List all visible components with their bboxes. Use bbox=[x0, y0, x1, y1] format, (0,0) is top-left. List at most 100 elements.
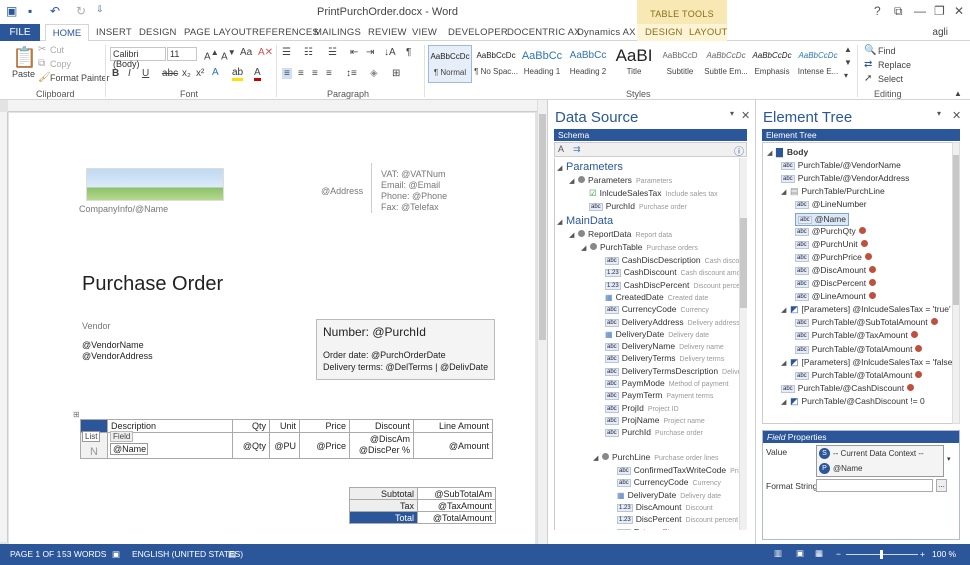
style-subtle-emphasis[interactable]: AaBbCcDc Subtle Em... bbox=[704, 45, 748, 83]
align-right-icon[interactable]: ≡ bbox=[312, 68, 318, 79]
collapse-arrow-icon[interactable]: ◢ bbox=[557, 164, 566, 172]
element-tree-node[interactable]: abc PurchTable/@TaxAmount bbox=[795, 330, 918, 343]
collapse-arrow-icon[interactable]: ◢ bbox=[593, 454, 602, 462]
main-data-node[interactable]: ◢ MainData bbox=[557, 215, 613, 228]
undo-icon[interactable]: ↶ bbox=[50, 4, 60, 18]
element-tree-node[interactable]: ◢ ◩ [Parameters] @InlcudeSalesTax = 'true' bbox=[781, 304, 951, 317]
web-layout-icon[interactable]: ▦ bbox=[815, 548, 823, 559]
cut-icon[interactable]: ✂ bbox=[38, 44, 46, 55]
element-tree-node[interactable]: abc @PurchPrice bbox=[795, 252, 872, 265]
save-icon[interactable]: ▪ bbox=[28, 4, 32, 18]
borders-icon[interactable]: ⊞ bbox=[392, 68, 400, 79]
element-tree-node[interactable]: abc @PurchUnit bbox=[795, 239, 868, 252]
tab-mailings[interactable]: MAILINGS bbox=[314, 27, 361, 38]
price-cell[interactable]: @Price bbox=[299, 432, 350, 459]
format-string-input[interactable] bbox=[816, 479, 933, 492]
amount-cell[interactable]: @Amount bbox=[413, 432, 493, 459]
tab-developer[interactable]: DEVELOPER bbox=[448, 27, 508, 38]
close-button[interactable]: ✕ bbox=[954, 4, 964, 18]
unit-cell[interactable]: @PU bbox=[269, 432, 300, 459]
multilevel-list-icon[interactable]: ☱ bbox=[328, 47, 337, 58]
text-effects-icon[interactable]: A bbox=[212, 67, 219, 78]
macro-icon[interactable]: ▤ bbox=[228, 549, 236, 560]
replace-icon[interactable]: ⇄ bbox=[864, 59, 872, 70]
collapse-arrow-icon[interactable]: ◢ bbox=[781, 398, 790, 406]
element-tree-node[interactable]: ◢ ◩ [Parameters] @InlcudeSalesTax = 'false… bbox=[781, 357, 952, 370]
shrink-font-icon[interactable]: A▼ bbox=[221, 47, 236, 62]
tree-node[interactable]: ◢ ReportData Report data bbox=[569, 229, 672, 242]
collapse-ribbon-icon[interactable]: ▲ bbox=[954, 89, 962, 98]
element-tree-node[interactable]: abc @DiscPercent bbox=[795, 278, 877, 291]
zoom-out-icon[interactable]: − bbox=[836, 549, 841, 559]
field-tag[interactable]: Field bbox=[110, 431, 134, 442]
replace-button[interactable]: Replace bbox=[878, 60, 911, 70]
superscript-icon[interactable]: x² bbox=[196, 68, 204, 79]
tab-view[interactable]: VIEW bbox=[412, 27, 437, 38]
style-normal[interactable]: AaBbCcDc ¶ Normal bbox=[428, 45, 472, 83]
collapse-arrow-icon[interactable]: ◢ bbox=[569, 177, 578, 185]
element-tree-node[interactable]: ◢ ▤ PurchTable/PurchLine bbox=[781, 186, 885, 199]
tree-node[interactable]: ◢ PurchLine Purchase order lines bbox=[593, 452, 718, 465]
tab-file[interactable]: FILE bbox=[0, 24, 40, 41]
clear-format-icon[interactable]: A✕ bbox=[258, 47, 273, 58]
restore-button[interactable]: ❐ bbox=[934, 4, 945, 18]
proofing-icon[interactable]: ▣ bbox=[112, 549, 120, 560]
style-heading-1[interactable]: AaBbCc Heading 1 bbox=[520, 45, 564, 83]
bold-button[interactable]: B bbox=[112, 68, 119, 79]
element-tree-node[interactable]: abc PurchTable/@VendorAddress bbox=[781, 173, 909, 186]
element-tree-scrollbar[interactable] bbox=[952, 142, 960, 424]
list-tag[interactable]: List bbox=[82, 431, 101, 442]
increase-indent-icon[interactable]: ⇥ bbox=[366, 47, 374, 58]
style-no-spacing[interactable]: AaBbCcDc ¶ No Spac... bbox=[474, 45, 518, 83]
document-scroll-thumb[interactable] bbox=[539, 114, 546, 340]
paste-icon[interactable]: 📋 bbox=[12, 45, 37, 70]
tree-node[interactable]: abcDeliveryTermsDescriptionDelivery term bbox=[605, 366, 739, 379]
tree-node[interactable]: abc PurchId Purchase order bbox=[589, 201, 687, 214]
justify-icon[interactable]: ≡ bbox=[326, 68, 332, 79]
highlight-icon[interactable]: ab bbox=[232, 67, 244, 81]
align-left-icon[interactable]: ≡ bbox=[282, 68, 292, 79]
tree-node[interactable]: abcCashDiscDescriptionCash discount bbox=[605, 255, 739, 268]
style-title[interactable]: AaBI Title bbox=[612, 45, 656, 83]
element-tree-node[interactable]: abc PurchTable/@TotalAmount bbox=[795, 344, 923, 357]
styles-scroll-down-icon[interactable]: ▼ bbox=[844, 58, 852, 67]
format-painter-icon[interactable]: 🖌 bbox=[38, 72, 51, 83]
font-color-icon[interactable]: A bbox=[254, 67, 261, 81]
element-tree-node[interactable]: abc PurchTable/@VendorName bbox=[781, 160, 901, 173]
find-button[interactable]: Find bbox=[878, 46, 896, 56]
tab-table-layout[interactable]: LAYOUT bbox=[689, 27, 728, 38]
element-tree-node[interactable]: abc PurchTable/@TotalAmount bbox=[795, 370, 923, 383]
find-icon[interactable]: 🔍 bbox=[864, 45, 876, 56]
styles-scroll-up-icon[interactable]: ▲ bbox=[844, 45, 852, 54]
font-name-box[interactable]: Calibri (Body) bbox=[110, 47, 166, 69]
collapse-arrow-icon[interactable]: ◢ bbox=[781, 188, 790, 196]
tree-node[interactable]: abc PaymMode Method of payment bbox=[605, 378, 729, 391]
tree-node[interactable]: abc DeliveryTerms Delivery terms bbox=[605, 353, 724, 366]
collapse-arrow-icon[interactable]: ◢ bbox=[767, 149, 776, 157]
zoom-level[interactable]: 100 % bbox=[932, 549, 956, 559]
sort-alpha-icon[interactable]: A bbox=[558, 144, 564, 154]
format-painter-button[interactable]: Format Painter bbox=[50, 73, 110, 83]
line-spacing-icon[interactable]: ↕≡ bbox=[346, 68, 357, 79]
info-icon[interactable]: ⓘ bbox=[734, 143, 744, 158]
numbering-icon[interactable]: ☷ bbox=[304, 47, 313, 58]
strikethrough-icon[interactable]: abc bbox=[162, 68, 178, 79]
element-tree-node[interactable]: abc @Name bbox=[795, 212, 849, 226]
font-size-box[interactable]: 11 bbox=[167, 47, 197, 61]
page-count[interactable]: PAGE 1 OF 1 bbox=[10, 549, 61, 559]
tab-docentric-ax[interactable]: DOCENTRIC AX bbox=[507, 27, 581, 38]
tree-node[interactable]: ▦ CreatedDate Created date bbox=[605, 292, 708, 305]
data-source-close-icon[interactable]: ✕ bbox=[741, 109, 750, 122]
ribbon-display-icon[interactable]: ⧉ bbox=[894, 4, 903, 19]
copy-icon[interactable]: ⧉ bbox=[38, 58, 45, 69]
element-tree-scroll-thumb[interactable] bbox=[953, 155, 959, 305]
bullets-icon[interactable]: ☰ bbox=[282, 47, 291, 58]
vertical-ruler[interactable] bbox=[0, 112, 8, 542]
document-scrollbar[interactable] bbox=[537, 100, 547, 544]
change-case-icon[interactable]: Aa bbox=[240, 47, 252, 58]
pane-options-icon[interactable]: ▾ bbox=[937, 109, 941, 118]
paste-button[interactable]: Paste bbox=[12, 69, 35, 79]
tree-node[interactable]: ▦ DeliveryDate Delivery date bbox=[605, 329, 709, 342]
element-tree-node[interactable]: abc @LineNumber bbox=[795, 199, 867, 212]
table-row[interactable]: List N Field @Name @Qty @PU @Price @Disc… bbox=[80, 431, 493, 459]
